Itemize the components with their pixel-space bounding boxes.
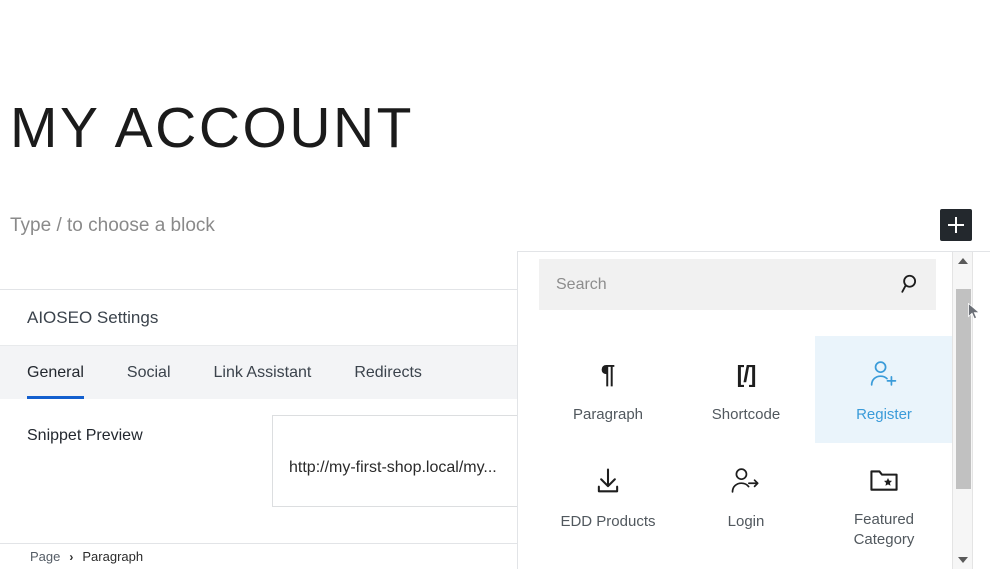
block-item-paragraph[interactable]: ¶ Paragraph [539, 336, 677, 443]
block-inserter-panel: ¶ Paragraph [/] Shortcode [517, 251, 990, 569]
scroll-up-arrow-icon[interactable] [953, 252, 972, 270]
aioseo-panel-title: AIOSEO Settings [27, 307, 159, 327]
tab-general[interactable]: General [27, 346, 84, 399]
block-inserter-toggle-button[interactable] [940, 209, 972, 241]
block-item-featured-category[interactable]: Featured Category [815, 443, 953, 550]
aioseo-tab-bar: General Social Link Assistant Redirects [0, 345, 520, 399]
search-icon [900, 273, 922, 295]
block-placeholder-text[interactable]: Type / to choose a block [10, 212, 215, 240]
block-type-grid: ¶ Paragraph [/] Shortcode Register EDD P… [539, 336, 953, 550]
block-item-featured-category-label: Featured Category [853, 511, 915, 548]
scrollbar-thumb[interactable] [956, 289, 971, 489]
aioseo-panel-header: AIOSEO Settings [0, 290, 520, 345]
tab-social-label: Social [126, 363, 171, 381]
block-item-register-label: Register [856, 406, 912, 423]
plus-icon [948, 217, 964, 233]
block-item-shortcode[interactable]: [/] Shortcode [677, 336, 815, 443]
folder-star-icon [868, 461, 900, 499]
tab-social[interactable]: Social [127, 346, 171, 399]
tab-redirects[interactable]: Redirects [354, 346, 422, 399]
snippet-preview-box[interactable]: http://my-first-shop.local/my... [272, 415, 532, 507]
shortcode-icon: [/] [736, 354, 757, 394]
block-item-register[interactable]: Register [815, 336, 953, 443]
download-icon [592, 461, 624, 501]
inserter-scrollbar[interactable] [952, 252, 973, 569]
block-item-shortcode-label: Shortcode [711, 406, 781, 423]
block-search-input[interactable] [539, 259, 936, 310]
pilcrow-glyph: ¶ [600, 359, 616, 389]
user-arrow-icon [730, 461, 762, 501]
block-item-edd-products-label: EDD Products [560, 513, 656, 530]
snippet-preview-label: Snippet Preview [27, 427, 143, 444]
shortcode-glyph: [/] [736, 361, 757, 387]
block-item-paragraph-label: Paragraph [572, 406, 644, 423]
block-item-edd-products[interactable]: EDD Products [539, 443, 677, 550]
scroll-down-arrow-icon[interactable] [953, 551, 972, 569]
block-item-login-label: Login [727, 513, 765, 530]
snippet-preview-url: http://my-first-shop.local/my... [289, 459, 497, 476]
tab-link-assistant-label: Link Assistant [213, 363, 312, 381]
breadcrumb: Page › Paragraph [0, 543, 517, 569]
breadcrumb-item-paragraph[interactable]: Paragraph [82, 549, 143, 564]
aioseo-panel-body: Snippet Preview http://my-first-shop.loc… [0, 399, 532, 544]
page-title: MY ACCOUNT [10, 96, 414, 160]
block-search-container [539, 259, 936, 310]
tab-redirects-label: Redirects [354, 363, 422, 381]
chevron-right-icon: › [69, 549, 74, 564]
block-item-login[interactable]: Login [677, 443, 815, 550]
tab-link-assistant[interactable]: Link Assistant [214, 346, 312, 399]
editor-root: MY ACCOUNT Type / to choose a block AIOS… [0, 0, 990, 569]
user-add-icon [868, 354, 900, 394]
aioseo-settings-panel: AIOSEO Settings General Social Link Assi… [0, 289, 532, 544]
breadcrumb-item-page[interactable]: Page [30, 549, 60, 564]
pilcrow-icon: ¶ [601, 354, 615, 394]
tab-general-label: General [27, 363, 84, 381]
